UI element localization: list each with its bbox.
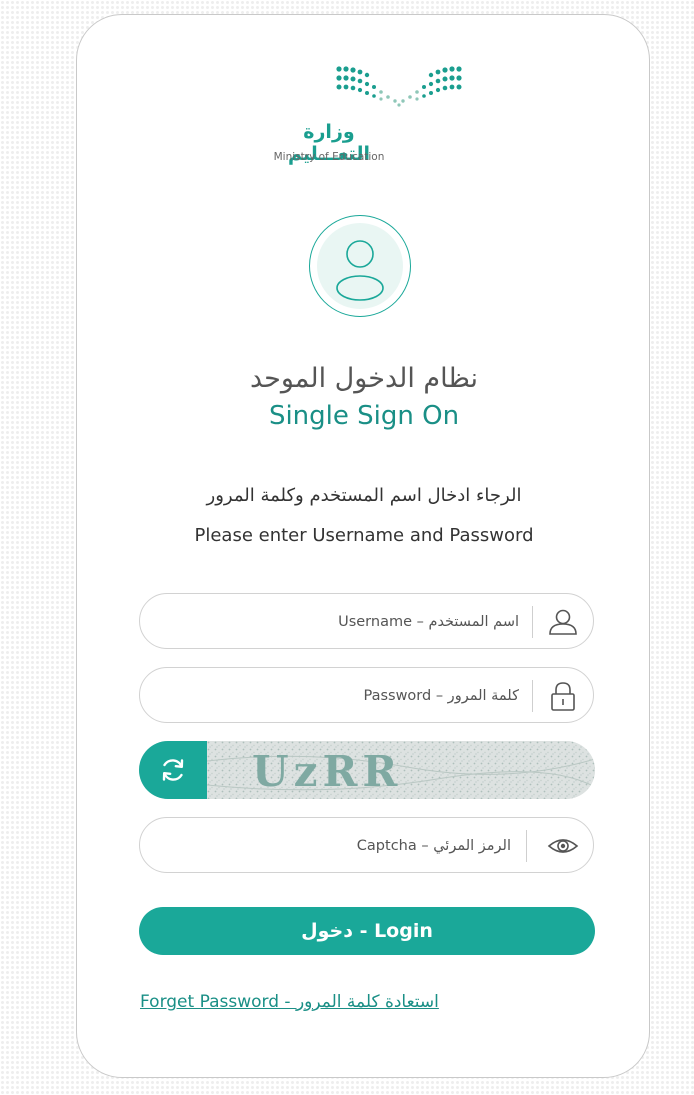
username-separator <box>532 606 533 638</box>
user-icon <box>549 609 577 635</box>
instructions-english: Please enter Username and Password <box>194 525 534 546</box>
page-title-english: Single Sign On <box>268 401 460 431</box>
username-field[interactable] <box>139 593 594 650</box>
username-input[interactable] <box>177 594 521 650</box>
captcha-field[interactable] <box>139 817 594 874</box>
password-input[interactable] <box>177 668 521 724</box>
captcha-text: UzRR <box>252 747 402 796</box>
captcha-input[interactable] <box>169 818 513 874</box>
captcha-image: UzRR <box>207 741 595 799</box>
ministry-logo: وزارة التعـــليم Ministry of Education <box>259 59 462 179</box>
refresh-icon <box>162 759 184 781</box>
password-field[interactable] <box>139 667 594 724</box>
ministry-name-english: Ministry of Education <box>273 151 385 163</box>
login-card: وزارة التعـــليم Ministry of Education ن… <box>76 14 650 1078</box>
ministry-logo-dots-icon <box>336 66 462 107</box>
captcha-separator <box>526 830 527 862</box>
captcha-refresh-button[interactable] <box>139 741 207 799</box>
instructions-arabic: الرجاء ادخال اسم المستخدم وكلمة المرور <box>206 485 522 506</box>
user-avatar-icon <box>336 240 384 301</box>
page-title-arabic: نظام الدخول الموحد <box>249 363 479 394</box>
user-avatar <box>309 215 411 317</box>
lock-icon <box>551 682 575 711</box>
password-separator <box>532 680 533 712</box>
forgot-password-link[interactable]: Forget Password - استعادة كلمة المرور <box>140 992 439 1012</box>
captcha-row: UzRR <box>139 741 595 799</box>
login-button[interactable]: دخول - Login <box>139 907 595 955</box>
eye-icon[interactable] <box>547 830 579 862</box>
